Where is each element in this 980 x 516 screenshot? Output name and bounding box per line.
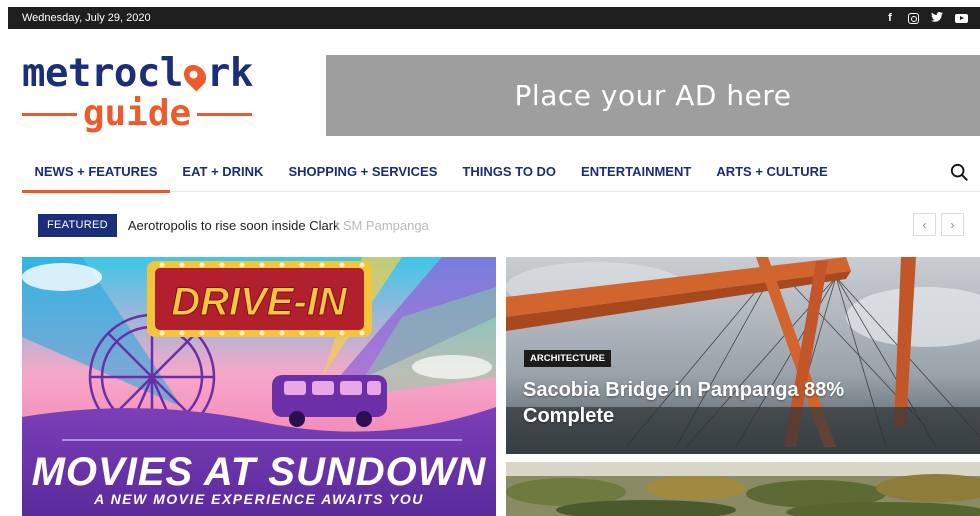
nav-arts-culture[interactable]: ARTS + CULTURE xyxy=(704,153,840,191)
site-logo[interactable]: metrocl rk guide xyxy=(22,51,253,139)
ticker-controls: ‹ › xyxy=(913,213,964,236)
nav-news-features[interactable]: NEWS + FEATURES xyxy=(22,153,170,193)
article-tile-landscape[interactable] xyxy=(506,462,980,516)
facebook-icon[interactable]: f xyxy=(884,12,896,24)
nav-eat-drink[interactable]: EAT + DRINK xyxy=(170,153,276,191)
main-nav: NEWS + FEATURES EAT + DRINK SHOPPING + S… xyxy=(22,152,980,193)
nav-shopping-services[interactable]: SHOPPING + SERVICES xyxy=(276,153,450,191)
ad-text: Place your AD here xyxy=(514,79,792,112)
hero-article-image[interactable]: DRIVE-IN MOVIES AT SUNDOWN A NEW MOVIE E… xyxy=(22,257,496,516)
search-icon[interactable] xyxy=(950,163,968,181)
nav-things-to-do[interactable]: THINGS TO DO xyxy=(450,153,569,191)
ticker-next-icon[interactable]: › xyxy=(941,213,964,236)
featured-badge: FEATURED xyxy=(38,213,117,237)
nav-entertainment[interactable]: ENTERTAINMENT xyxy=(569,153,704,191)
hero-sign-text: DRIVE-IN xyxy=(171,280,348,324)
article-tile-bridge[interactable]: ARCHITECTURE Sacobia Bridge in Pampanga … xyxy=(506,257,980,454)
current-date: Wednesday, July 29, 2020 xyxy=(22,12,151,24)
ad-banner[interactable]: Place your AD here xyxy=(326,55,980,136)
social-links: f xyxy=(884,11,968,25)
logo-wordmark: metrocl rk xyxy=(22,51,253,96)
hero-headline: MOVIES AT SUNDOWN xyxy=(32,450,487,494)
logo-subtitle: guide xyxy=(22,96,252,132)
youtube-icon[interactable] xyxy=(955,13,968,23)
instagram-icon[interactable] xyxy=(908,12,919,24)
twitter-icon[interactable] xyxy=(931,11,943,25)
featured-ticker: FEATURED Aerotropolis to rise soon insid… xyxy=(38,213,980,237)
category-badge[interactable]: ARCHITECTURE xyxy=(524,350,611,367)
top-bar: Wednesday, July 29, 2020 f xyxy=(8,7,980,29)
ticker-prev-icon[interactable]: ‹ xyxy=(913,213,936,236)
location-pin-icon xyxy=(179,60,211,92)
ticker-headline[interactable]: Aerotropolis to rise soon inside Clark xyxy=(128,218,340,233)
article-title[interactable]: Sacobia Bridge in Pampanga 88% Complete xyxy=(523,377,883,429)
page: Wednesday, July 29, 2020 f metrocl rk gui… xyxy=(0,0,980,516)
ticker-headline-fading: t SM Pampanga xyxy=(335,217,429,233)
hero-tagline: A NEW MOVIE EXPERIENCE AWAITS YOU xyxy=(93,491,424,507)
